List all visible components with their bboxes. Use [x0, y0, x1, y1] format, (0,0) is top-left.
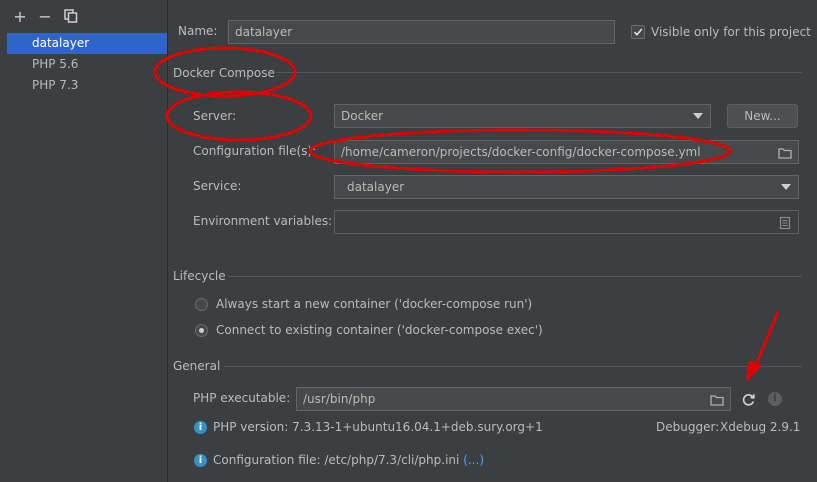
info-icon[interactable]: i [768, 392, 782, 406]
info-icon: i [194, 454, 207, 467]
refresh-icon[interactable] [741, 392, 756, 407]
name-input[interactable]: datalayer [228, 20, 615, 44]
php-executable-input[interactable]: /usr/bin/php [296, 387, 731, 411]
lifecycle-section-title: Lifecycle [173, 269, 226, 283]
config-files-value: /home/cameron/projects/docker-config/doc… [341, 145, 701, 159]
config-files-label: Configuration file(s): [193, 144, 317, 158]
service-select-value: datalayer [347, 180, 405, 194]
env-vars-label: Environment variables: [193, 214, 333, 228]
config-file-link[interactable]: (...) [463, 453, 484, 467]
annotation-arrow [752, 311, 780, 371]
name-label: Name: [178, 24, 218, 38]
remove-icon[interactable]: − [37, 9, 53, 25]
interpreter-list-panel: + − datalayer PHP 5.6 PHP 7.3 [0, 0, 168, 482]
interpreter-item-php73[interactable]: PHP 7.3 [7, 75, 167, 96]
php-executable-label: PHP executable: [193, 391, 291, 405]
lifecycle-run-label: Always start a new container ('docker-co… [216, 297, 533, 311]
server-select-value: Docker [341, 109, 384, 123]
visible-only-checkbox[interactable] [631, 25, 645, 39]
php-version-text: PHP version: 7.3.13-1+ubuntu16.04.1+deb.… [213, 420, 543, 434]
server-label: Server: [193, 109, 237, 123]
service-label: Service: [193, 179, 242, 193]
interpreter-item-php56[interactable]: PHP 5.6 [7, 54, 167, 75]
service-select[interactable]: datalayer [334, 175, 799, 199]
document-icon[interactable] [778, 215, 792, 230]
config-file-text: Configuration file: /etc/php/7.3/cli/php… [213, 453, 460, 467]
debugger-label: Debugger: [656, 420, 720, 434]
lifecycle-run-radio[interactable] [195, 298, 208, 311]
lifecycle-exec-label: Connect to existing container ('docker-c… [216, 323, 543, 337]
chevron-down-icon [781, 184, 791, 190]
new-server-button[interactable]: New... [727, 104, 798, 128]
copy-icon[interactable] [63, 9, 79, 25]
add-icon[interactable]: + [12, 9, 28, 25]
section-divider [276, 72, 802, 73]
php-executable-value: /usr/bin/php [303, 392, 376, 406]
folder-icon[interactable] [710, 392, 724, 406]
section-divider [224, 366, 802, 367]
annotation-circle [165, 90, 313, 142]
env-vars-input[interactable] [334, 210, 799, 234]
docker-compose-section-title: Docker Compose [173, 66, 275, 80]
info-icon: i [194, 421, 207, 434]
section-divider [228, 276, 802, 277]
lifecycle-exec-radio[interactable] [195, 324, 208, 337]
config-file-info: Configuration file: /etc/php/7.3/cli/php… [213, 453, 484, 467]
interpreter-item-datalayer[interactable]: datalayer [7, 33, 167, 54]
folder-icon[interactable] [778, 145, 792, 159]
annotation-arrowhead [746, 360, 762, 382]
debugger-value: Xdebug 2.9.1 [720, 420, 801, 434]
visible-only-label: Visible only for this project [651, 25, 811, 39]
config-files-input[interactable]: /home/cameron/projects/docker-config/doc… [334, 140, 799, 164]
chevron-down-icon [693, 113, 703, 119]
general-section-title: General [173, 359, 221, 373]
server-select[interactable]: Docker [334, 104, 711, 128]
